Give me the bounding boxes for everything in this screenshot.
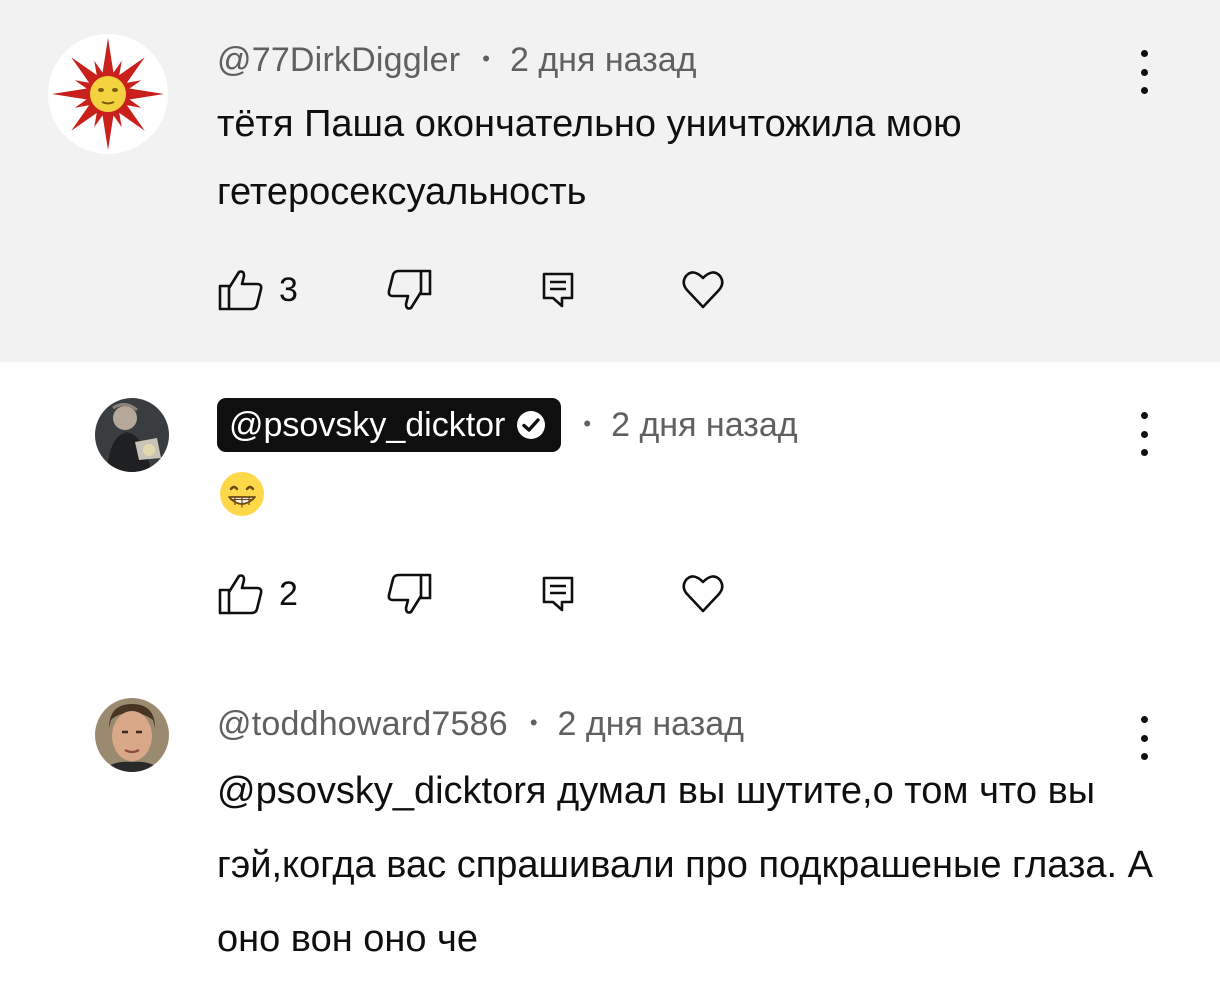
dislike-button[interactable] [385, 266, 433, 314]
separator-dot: • [529, 710, 538, 735]
timestamp[interactable]: 2 дня назад [611, 406, 797, 445]
author-handle-chip[interactable]: @psovsky_dicktor [217, 398, 562, 452]
comment-header: @77DirkDiggler • 2 дня назад [217, 38, 696, 82]
heart-button[interactable] [681, 266, 725, 314]
comment-actions: 2 [217, 570, 737, 618]
heart-icon [682, 271, 724, 309]
heart-icon [682, 575, 724, 613]
dislike-button[interactable] [385, 570, 433, 618]
comment-header: @toddhoward7586 • 2 дня назад [217, 702, 744, 746]
thumbs-up-icon [218, 574, 263, 615]
author-handle[interactable]: @77DirkDiggler [217, 41, 460, 80]
mention-link[interactable]: @psovsky_dicktor [217, 770, 526, 812]
thumbs-down-icon [387, 573, 432, 614]
reply-button[interactable] [539, 266, 579, 314]
comment-item: @toddhoward7586 • 2 дня назад @psovsky_d… [0, 662, 1220, 990]
comment-text: тётя Паша окончательно уничтожила мою ге… [217, 103, 962, 213]
comment-actions: 3 [217, 266, 737, 314]
reply-button[interactable] [539, 570, 579, 618]
separator-dot: • [482, 46, 490, 71]
user-photo [95, 398, 169, 472]
user-photo [95, 698, 169, 772]
comment-header: @psovsky_dicktor • 2 дня назад [217, 398, 798, 452]
sun-emblem-icon [48, 34, 168, 154]
more-vert-icon[interactable] [1134, 50, 1154, 94]
thumbs-down-icon [387, 269, 432, 310]
reply-icon [542, 576, 574, 612]
reply-icon [542, 272, 574, 308]
like-count: 2 [279, 574, 298, 613]
avatar[interactable] [95, 698, 169, 772]
heart-button[interactable] [681, 570, 725, 618]
thumbs-up-icon [218, 270, 263, 311]
avatar[interactable] [95, 398, 169, 472]
more-vert-icon[interactable] [1134, 412, 1154, 456]
author-handle[interactable]: @toddhoward7586 [217, 705, 508, 744]
timestamp[interactable]: 2 дня назад [558, 705, 744, 744]
like-button[interactable]: 3 [217, 266, 298, 314]
avatar[interactable] [48, 34, 168, 154]
comments-list: @77DirkDiggler • 2 дня назад тётя Паша о… [0, 0, 1220, 990]
comment-text: @psovsky_dicktorя думал вы шутите,о том … [217, 754, 1157, 976]
separator-dot: • [583, 411, 592, 436]
like-button[interactable]: 2 [217, 570, 298, 618]
timestamp[interactable]: 2 дня назад [510, 41, 696, 80]
comment-item: @77DirkDiggler • 2 дня назад тётя Паша о… [0, 0, 1220, 362]
like-count: 3 [279, 270, 298, 309]
grinning-face-emoji [220, 472, 264, 516]
verified-check-icon [517, 411, 546, 439]
author-handle: @psovsky_dicktor [229, 405, 506, 444]
comment-item: @psovsky_dicktor • 2 дня назад 2 [0, 362, 1220, 662]
